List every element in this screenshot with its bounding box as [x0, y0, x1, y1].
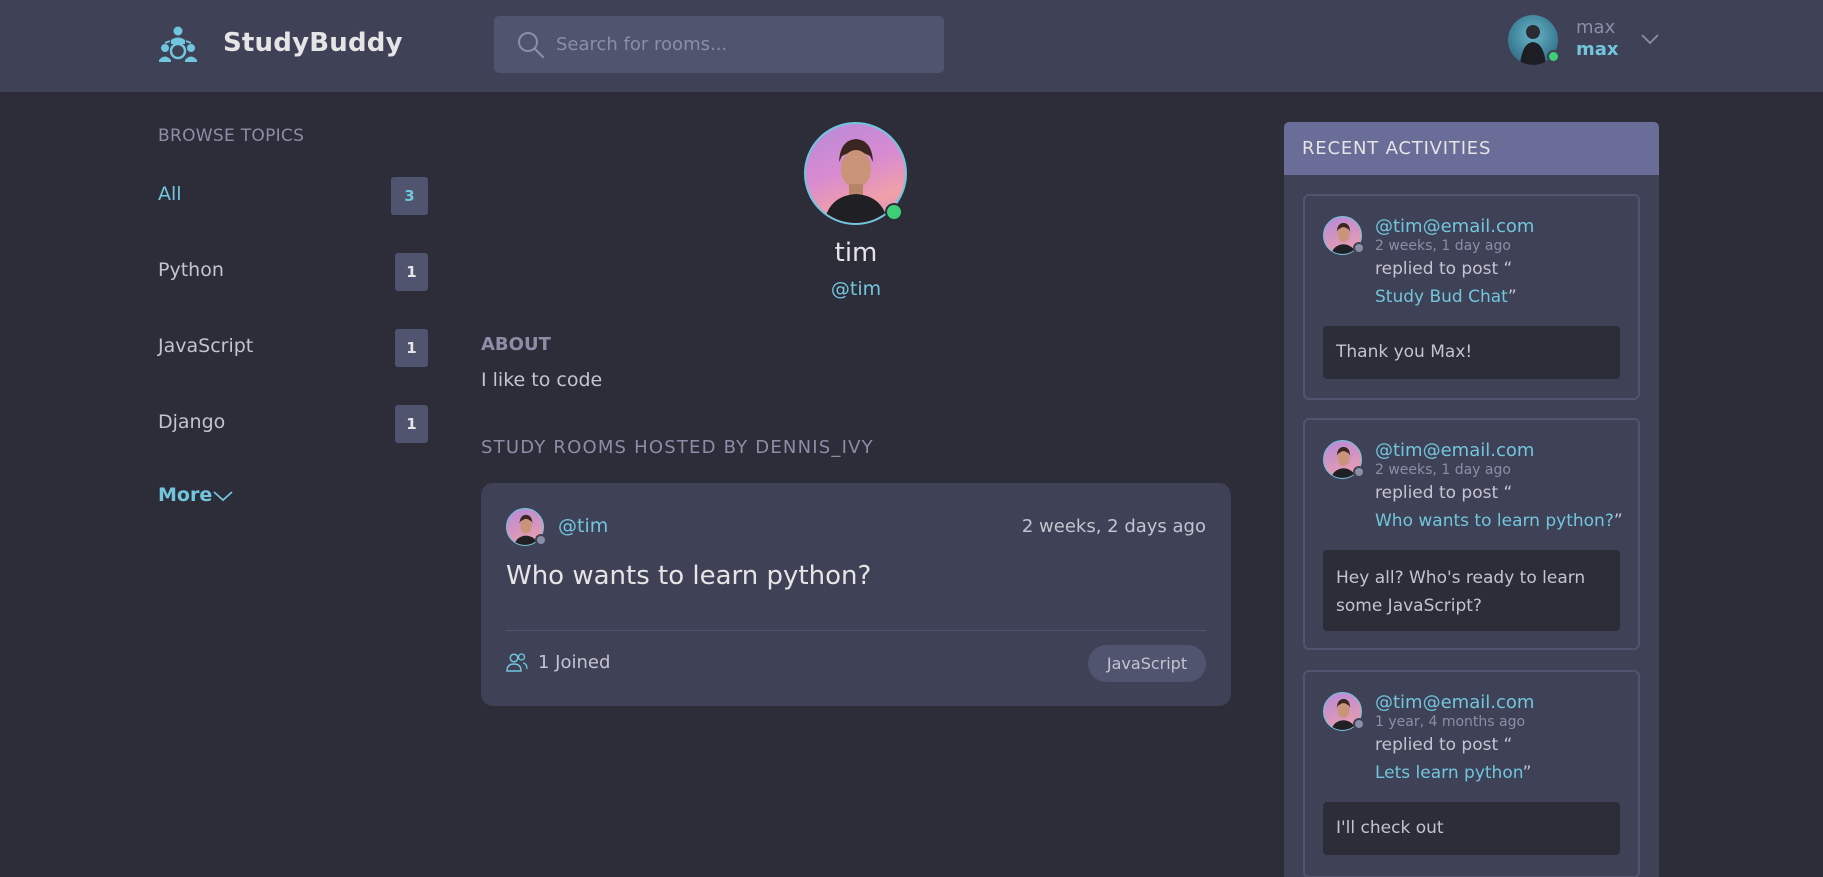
- activity-post-link[interactable]: Who wants to learn python?”: [1375, 511, 1623, 531]
- chevron-down-icon[interactable]: [1638, 27, 1662, 51]
- activity-item: @tim@email.com 2 weeks, 1 day ago replie…: [1303, 418, 1640, 650]
- topic-item-python[interactable]: Python 1: [158, 253, 428, 293]
- activity-post-link[interactable]: Lets learn python”: [1375, 763, 1531, 783]
- profile-handle: @tim: [830, 278, 882, 300]
- activity-reply-text: I'll check out: [1323, 802, 1620, 855]
- more-label: More: [158, 484, 213, 506]
- offline-status-dot: [1353, 718, 1365, 730]
- users-icon: [506, 653, 528, 672]
- activity-avatar[interactable]: [1323, 692, 1365, 731]
- offline-status-dot: [535, 534, 547, 546]
- topic-count-badge: 1: [395, 329, 428, 367]
- post-title: Study Bud Chat: [1375, 287, 1508, 307]
- browse-topics-heading: BROWSE TOPICS: [158, 126, 305, 146]
- post-title: Lets learn python: [1375, 763, 1523, 783]
- post-title: Who wants to learn python?: [1375, 511, 1614, 531]
- topic-count-badge: 1: [395, 405, 428, 443]
- topic-item-django[interactable]: Django 1: [158, 405, 428, 445]
- activities-header: RECENT ACTIVITIES: [1284, 122, 1659, 175]
- brand-name[interactable]: StudyBuddy: [223, 28, 403, 58]
- topic-label: All: [158, 183, 182, 205]
- activity-verb: replied to post “: [1375, 483, 1513, 503]
- activity-post-link[interactable]: Study Bud Chat”: [1375, 287, 1517, 307]
- activity-verb: replied to post “: [1375, 259, 1513, 279]
- host-avatar[interactable]: [506, 508, 547, 546]
- activity-avatar[interactable]: [1323, 440, 1365, 479]
- svg-text:SB: SB: [173, 48, 183, 56]
- about-heading: ABOUT: [481, 334, 551, 355]
- activity-reply-text: Thank you Max!: [1323, 326, 1620, 379]
- activity-user-link[interactable]: @tim@email.com: [1375, 216, 1534, 237]
- topic-count-badge: 1: [395, 253, 428, 291]
- search-icon: [518, 32, 545, 59]
- topic-label: JavaScript: [158, 335, 254, 357]
- search-bar[interactable]: [494, 16, 944, 73]
- user-menu[interactable]: max max: [1508, 15, 1663, 67]
- activity-user-link[interactable]: @tim@email.com: [1375, 692, 1534, 713]
- online-status-dot: [1547, 50, 1560, 63]
- user-name: max: [1576, 17, 1616, 38]
- offline-status-dot: [1353, 466, 1365, 478]
- activity-timestamp: 2 weeks, 1 day ago: [1375, 238, 1511, 254]
- chevron-down-icon: [213, 491, 233, 502]
- studybuddy-logo-icon[interactable]: SB: [157, 24, 199, 66]
- topic-label: Python: [158, 259, 224, 281]
- top-navbar: SB StudyBuddy max max: [0, 0, 1823, 92]
- more-topics-button[interactable]: More: [158, 484, 233, 506]
- closing-quote: ”: [1613, 511, 1623, 531]
- divider: [506, 630, 1206, 631]
- activity-user-link[interactable]: @tim@email.com: [1375, 440, 1534, 461]
- activity-item: @tim@email.com 2 weeks, 1 day ago replie…: [1303, 194, 1640, 400]
- user-handle: max: [1576, 39, 1619, 60]
- closing-quote: ”: [1522, 763, 1532, 783]
- online-status-dot: [885, 203, 903, 221]
- room-topic-tag[interactable]: JavaScript: [1088, 645, 1206, 682]
- room-title-link[interactable]: Who wants to learn python?: [506, 561, 871, 591]
- activity-avatar[interactable]: [1323, 216, 1365, 255]
- search-input[interactable]: [556, 16, 926, 73]
- profile-name: tim: [834, 238, 878, 268]
- topic-count-badge: 3: [391, 177, 428, 215]
- recent-activities-panel: RECENT ACTIVITIES @tim@email.com 2 weeks…: [1284, 122, 1659, 877]
- topic-label: Django: [158, 411, 226, 433]
- profile-avatar: [804, 122, 907, 225]
- topic-item-javascript[interactable]: JavaScript 1: [158, 329, 428, 369]
- activity-verb: replied to post “: [1375, 735, 1513, 755]
- activity-item: @tim@email.com 1 year, 4 months ago repl…: [1303, 670, 1640, 877]
- room-host-link[interactable]: @tim: [558, 515, 608, 537]
- topic-item-all[interactable]: All 3: [158, 177, 428, 217]
- offline-status-dot: [1353, 242, 1365, 254]
- room-timestamp: 2 weeks, 2 days ago: [1021, 516, 1206, 537]
- activities-heading: RECENT ACTIVITIES: [1302, 138, 1492, 159]
- activity-timestamp: 1 year, 4 months ago: [1375, 714, 1526, 730]
- closing-quote: ”: [1507, 287, 1517, 307]
- joined-count: 1 Joined: [538, 652, 611, 673]
- about-text: I like to code: [481, 369, 603, 391]
- avatar[interactable]: [1508, 15, 1560, 65]
- activity-reply-text: Hey all? Who's ready to learn some JavaS…: [1323, 550, 1620, 631]
- activity-timestamp: 2 weeks, 1 day ago: [1375, 462, 1511, 478]
- hosted-rooms-heading: STUDY ROOMS HOSTED BY DENNIS_IVY: [481, 437, 874, 458]
- room-card: @tim 2 weeks, 2 days ago Who wants to le…: [481, 483, 1231, 706]
